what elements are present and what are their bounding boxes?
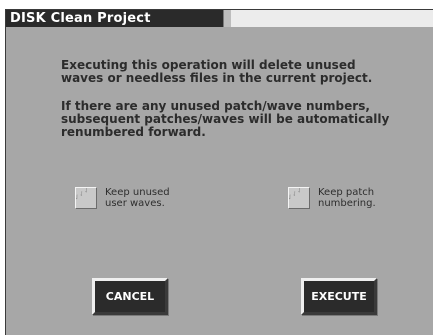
keep-patch-numbering-checkbox[interactable]: ✓✓✓ [288, 187, 310, 209]
keep-unused-user-waves-checkbox[interactable]: ✓✓✓ [75, 187, 97, 209]
keep-patch-numbering-option[interactable]: ✓✓✓ Keep patch numbering. [288, 187, 376, 209]
disk-clean-project-dialog: DISK Clean Project Executing this operat… [5, 9, 433, 335]
option-label-line: Keep patch [318, 187, 375, 198]
title-separator [223, 10, 231, 27]
title-bar: DISK Clean Project [6, 10, 433, 27]
keep-unused-user-waves-option[interactable]: ✓✓✓ Keep unused user waves. [75, 187, 170, 209]
option-label-line: Keep unused [105, 187, 170, 198]
renumber-message: If there are any unused patch/wave numbe… [61, 100, 421, 139]
keep-patch-numbering-label: Keep patch numbering. [318, 187, 376, 209]
message-line: renumbered forward. [61, 125, 206, 139]
option-label-line: numbering. [318, 198, 376, 209]
checkbox-icon: ✓✓✓ [75, 187, 92, 203]
option-label-line: user waves. [105, 198, 165, 209]
checkbox-icon: ✓✓✓ [288, 187, 305, 203]
window-title: DISK Clean Project [6, 10, 223, 27]
execute-button[interactable]: EXECUTE [301, 278, 377, 315]
cancel-button[interactable]: CANCEL [92, 278, 168, 315]
message-line: waves or needless files in the current p… [61, 71, 373, 85]
warning-message: Executing this operation will delete unu… [61, 59, 421, 85]
keep-unused-user-waves-label: Keep unused user waves. [105, 187, 170, 209]
